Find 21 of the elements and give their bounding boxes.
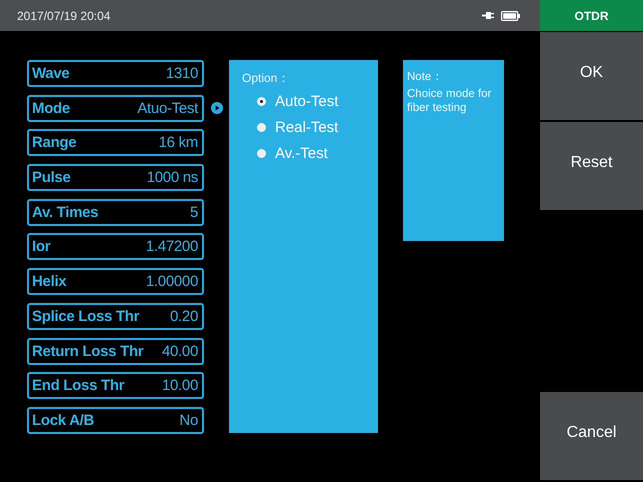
parameter-button[interactable]: Pulse 1000 ns	[27, 164, 204, 192]
parameter-button[interactable]: Wave 1310	[27, 60, 204, 87]
note-text: Choice mode for fiber testing	[407, 87, 492, 115]
parameter-button[interactable]: Lock A/B No	[27, 406, 204, 434]
side-button[interactable]: Cancel	[540, 392, 643, 480]
parameter-button[interactable]: Mode Atuo-Test	[27, 94, 204, 122]
side-button[interactable]: Reset	[540, 122, 643, 210]
date-time: 2017/07/19 20:04	[17, 8, 110, 22]
parameter-button[interactable]: Helix 1.00000	[27, 268, 204, 296]
panel-title: Option：	[242, 70, 290, 87]
parameter-button[interactable]: Return Loss Thr 40.00	[27, 338, 204, 364]
parameter-button[interactable]: Ior 1.47200	[27, 233, 204, 260]
note-title: Note：	[407, 70, 444, 84]
parameter-button[interactable]: End Loss Thr 10.00	[27, 372, 204, 400]
mode-label: OTDR	[540, 0, 643, 31]
side-button[interactable]: OK	[540, 32, 643, 120]
parameter-button[interactable]: Splice Loss Thr 0.20	[27, 302, 204, 330]
battery-icon	[501, 10, 520, 20]
parameter-button[interactable]: Av. Times 5	[27, 198, 204, 226]
parameter-button[interactable]: Range 16 km	[27, 129, 204, 156]
plug-icon	[482, 11, 496, 20]
